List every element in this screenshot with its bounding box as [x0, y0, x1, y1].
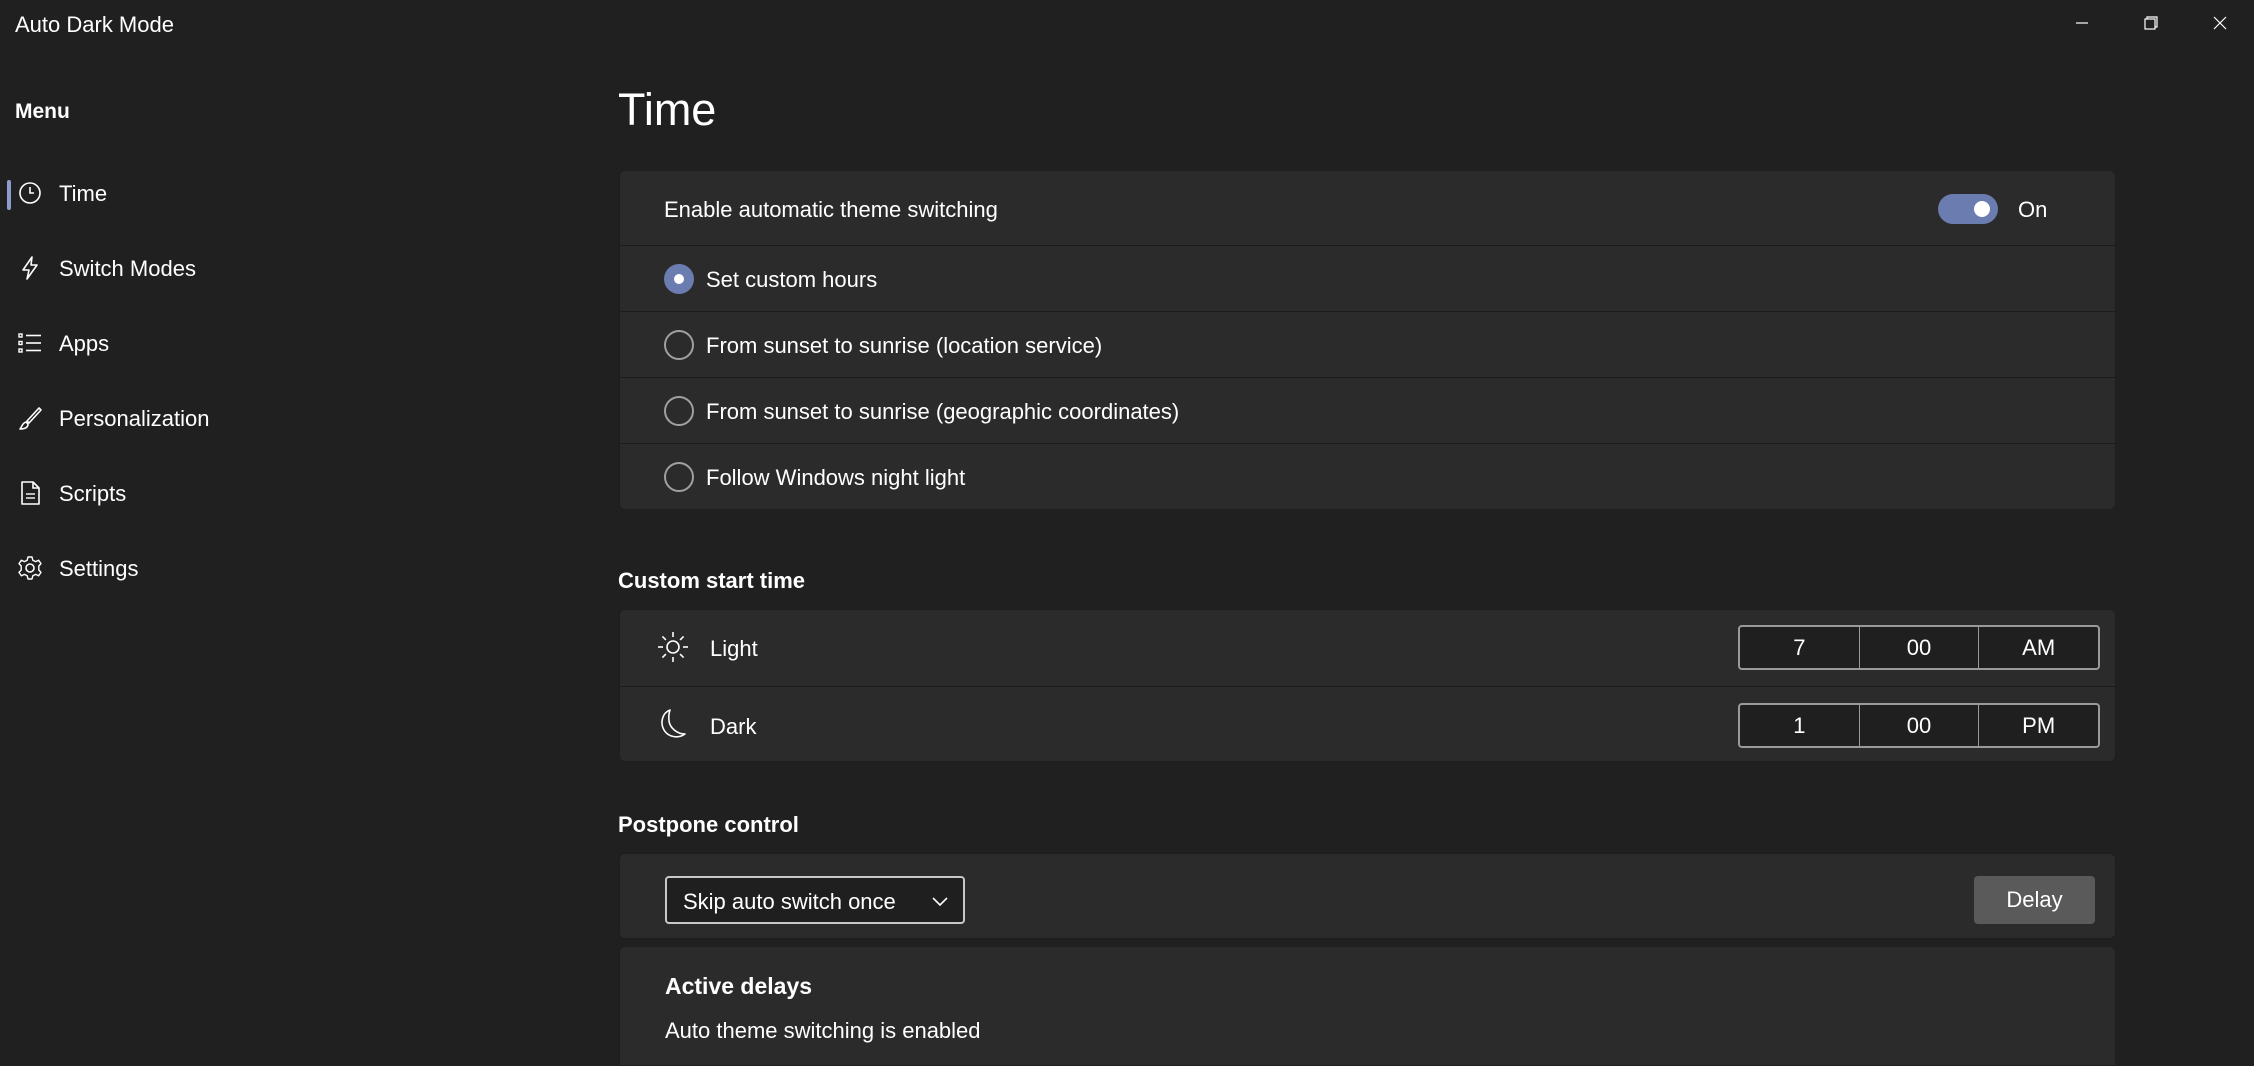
sidebar-item-switch-modes[interactable]: Switch Modes [5, 235, 545, 301]
delay-button[interactable]: Delay [1974, 876, 2095, 924]
brush-icon [17, 405, 43, 431]
minimize-button[interactable] [2048, 0, 2116, 50]
restore-button[interactable] [2117, 0, 2185, 50]
toggle-knob [1974, 201, 1990, 217]
sidebar-item-label: Time [59, 181, 108, 206]
postpone-dropdown[interactable]: Skip auto switch once [665, 876, 965, 924]
radio-night-light[interactable] [664, 462, 694, 492]
restore-icon [2143, 15, 2159, 36]
dark-minute[interactable]: 00 [1858, 705, 1979, 746]
chevron-down-icon [929, 890, 951, 912]
menu-title: Menu [15, 100, 70, 123]
active-delays-card: Active delays Auto theme switching is en… [619, 946, 2116, 1066]
sidebar-item-label: Personalization [59, 406, 210, 431]
clock-icon [17, 180, 43, 206]
sidebar-item-label: Settings [59, 556, 139, 581]
option-row-sunset-location[interactable]: From sunset to sunrise (location service… [620, 311, 2117, 377]
sidebar-item-time[interactable]: Time [5, 160, 545, 226]
active-delays-title: Active delays [665, 973, 813, 999]
close-icon [2212, 15, 2228, 36]
light-period[interactable]: AM [1978, 627, 2098, 668]
radio-sunset-coordinates[interactable] [664, 396, 694, 426]
radio-sunset-location[interactable] [664, 330, 694, 360]
dark-period[interactable]: PM [1978, 705, 2098, 746]
app-title: Auto Dark Mode [15, 12, 174, 37]
lightning-icon [17, 255, 43, 281]
enable-switching-toggle[interactable] [1938, 194, 1998, 224]
light-minute[interactable]: 00 [1858, 627, 1979, 668]
option-label: Follow Windows night light [706, 465, 966, 490]
light-time-picker[interactable]: 7 00 AM [1738, 625, 2100, 670]
sidebar: Menu Time Switch Modes Apps Personalizat… [0, 52, 560, 1066]
app-window: Auto Dark Mode Menu Time Switch Modes Ap… [0, 0, 2254, 1066]
sidebar-item-settings[interactable]: Settings [5, 535, 545, 601]
dark-time-row: Dark 1 00 PM [620, 686, 2117, 763]
custom-start-title: Custom start time [618, 568, 806, 593]
dark-time-picker[interactable]: 1 00 PM [1738, 703, 2100, 748]
active-delays-status: Auto theme switching is enabled [665, 1018, 981, 1043]
option-row-custom-hours[interactable]: Set custom hours [620, 245, 2117, 311]
radio-custom-hours[interactable] [664, 264, 694, 294]
light-label: Light [710, 636, 758, 661]
option-row-sunset-coordinates[interactable]: From sunset to sunrise (geographic coord… [620, 377, 2117, 443]
sidebar-item-apps[interactable]: Apps [5, 310, 545, 376]
toggle-state-label: On [2018, 197, 2048, 222]
option-row-night-light[interactable]: Follow Windows night light [620, 443, 2117, 509]
minimize-icon [2074, 15, 2090, 36]
gear-icon [17, 555, 43, 581]
title-bar: Auto Dark Mode [0, 0, 2254, 52]
sidebar-item-personalization[interactable]: Personalization [5, 385, 545, 451]
sidebar-item-label: Switch Modes [59, 256, 196, 281]
enable-switching-label: Enable automatic theme switching [664, 197, 998, 222]
sidebar-item-label: Apps [59, 331, 110, 356]
enable-switching-row: Enable automatic theme switching On [620, 171, 2117, 245]
dark-hour[interactable]: 1 [1740, 705, 1859, 746]
postpone-card: Skip auto switch once Delay [619, 853, 2116, 939]
list-icon [17, 330, 43, 356]
postpone-title: Postpone control [618, 812, 799, 837]
option-label: From sunset to sunrise (location service… [706, 333, 1103, 358]
sun-icon [656, 630, 690, 664]
sidebar-item-scripts[interactable]: Scripts [5, 460, 545, 526]
light-hour[interactable]: 7 [1740, 627, 1859, 668]
close-button[interactable] [2186, 0, 2254, 50]
option-label: From sunset to sunrise (geographic coord… [706, 399, 1180, 424]
document-icon [17, 480, 43, 506]
dark-label: Dark [710, 714, 757, 739]
page-title: Time [618, 84, 717, 135]
dropdown-value: Skip auto switch once [683, 889, 896, 914]
custom-start-card: Light 7 00 AM Dark 1 00 PM [619, 609, 2117, 763]
sidebar-item-label: Scripts [59, 481, 127, 506]
moon-icon [656, 707, 690, 741]
theme-switching-card: Enable automatic theme switching On Set … [619, 170, 2117, 510]
light-time-row: Light 7 00 AM [620, 610, 2117, 686]
selection-indicator [7, 180, 11, 210]
option-label: Set custom hours [706, 267, 878, 292]
